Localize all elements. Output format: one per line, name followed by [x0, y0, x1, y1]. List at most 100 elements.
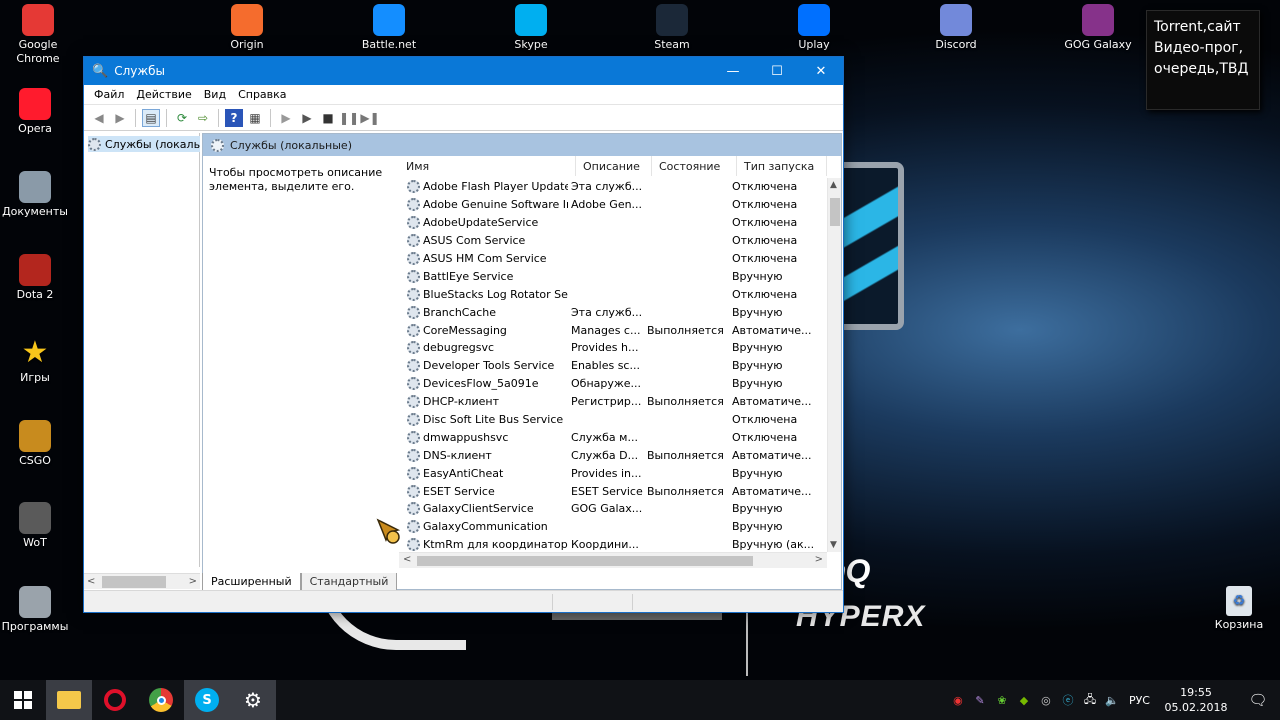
column-header-status[interactable]: Состояние: [652, 156, 737, 176]
table-row[interactable]: BranchCache Эта служб... Вручную: [399, 303, 829, 321]
horizontal-scroll-thumb[interactable]: [417, 556, 753, 566]
table-row[interactable]: Adobe Flash Player Update ...Эта служб..…: [399, 178, 829, 196]
back-arrow-icon[interactable]: ◀: [90, 109, 108, 127]
column-header-startup-type[interactable]: Тип запуска: [737, 156, 827, 176]
table-row[interactable]: GalaxyClientService GOG Galax... Вручную: [399, 500, 829, 518]
action-center-icon[interactable]: 🗨: [1236, 691, 1280, 709]
table-row[interactable]: ASUS HM Com Service Отключена: [399, 250, 829, 268]
toolbar-separator: [218, 108, 219, 127]
tree-scroll-thumb[interactable]: [102, 576, 166, 588]
scroll-right-icon[interactable]: >: [815, 554, 823, 565]
show-hide-console-tree-icon[interactable]: ▤: [142, 108, 160, 127]
column-header-description[interactable]: Описание: [576, 156, 652, 176]
start-button[interactable]: [0, 680, 46, 720]
desktop-icon[interactable]: Opera: [0, 88, 73, 136]
scroll-left-icon[interactable]: <: [403, 554, 411, 565]
start-service-alt-icon[interactable]: ▶: [298, 109, 316, 127]
table-row[interactable]: DNS-клиент Служба D... Выполняется Автомати…: [399, 446, 829, 464]
eset-icon[interactable]: ⓔ: [1057, 692, 1079, 708]
service-name: ASUS Com Service: [399, 234, 568, 248]
horizontal-scrollbar[interactable]: < >: [399, 552, 827, 568]
desktop-icon[interactable]: Discord: [918, 4, 994, 52]
language-indicator[interactable]: РУС: [1123, 694, 1156, 707]
tab-standard[interactable]: Стандартный: [300, 573, 398, 591]
taskbar-chrome[interactable]: [138, 680, 184, 720]
table-row[interactable]: Developer Tools Service Enables sc... Вруч…: [399, 357, 829, 375]
desktop-icon[interactable]: Документы: [0, 171, 73, 219]
taskbar-skype[interactable]: S: [184, 680, 230, 720]
help-icon[interactable]: ?: [225, 108, 243, 127]
menu-action[interactable]: Действие: [130, 88, 197, 101]
scroll-left-icon[interactable]: <: [87, 576, 95, 587]
desktop-icon[interactable]: Dota 2: [0, 254, 73, 302]
record-icon[interactable]: ◉: [947, 694, 969, 707]
desktop-icon[interactable]: GOG Galaxy: [1060, 4, 1136, 52]
desktop-icon[interactable]: Skype: [493, 4, 569, 52]
taskbar-services[interactable]: ⚙: [230, 680, 276, 720]
desktop-icon[interactable]: CSGO: [0, 420, 73, 468]
desktop-icon[interactable]: Программы: [0, 586, 73, 634]
start-service-icon[interactable]: ▶: [277, 109, 295, 127]
steam-tray-icon[interactable]: ◎: [1035, 694, 1057, 707]
scroll-up-icon[interactable]: ▲: [830, 180, 837, 190]
properties-icon[interactable]: ▦: [246, 109, 264, 127]
tab-extended[interactable]: Расширенный: [202, 573, 301, 591]
taskbar-opera[interactable]: [92, 680, 138, 720]
table-row[interactable]: Adobe Genuine Software In... Adobe Gen...…: [399, 196, 829, 214]
pause-service-icon[interactable]: ❚❚: [339, 109, 359, 127]
stop-service-icon[interactable]: ■: [319, 109, 337, 127]
service-name: EasyAntiCheat: [399, 466, 568, 480]
tree-horizontal-scrollbar[interactable]: < >: [84, 573, 200, 589]
refresh-icon[interactable]: ⟳: [173, 109, 191, 127]
vertical-scroll-thumb[interactable]: [830, 198, 840, 226]
desktop-icon[interactable]: Google Chrome: [0, 4, 76, 66]
pen-icon[interactable]: ✎: [969, 694, 991, 707]
clock[interactable]: 19:55 05.02.2018: [1156, 685, 1236, 715]
table-row[interactable]: CoreMessaging Manages c... Выполняется Авто…: [399, 321, 829, 339]
service-gear-icon: [407, 359, 420, 373]
close-button[interactable]: ✕: [799, 57, 843, 85]
table-row[interactable]: DevicesFlow_5a091e Обнаруже... Вручную: [399, 375, 829, 393]
desktop-icon[interactable]: WoT: [0, 502, 73, 550]
maximize-button[interactable]: ☐: [755, 57, 799, 85]
desktop-icon[interactable]: Steam: [634, 4, 710, 52]
table-row[interactable]: ESET Service ESET Service Выполняется Автом…: [399, 482, 829, 500]
table-row[interactable]: dmwappushsvc Служба м... Отключена: [399, 428, 829, 446]
table-row[interactable]: EasyAntiCheat Provides in... Вручную: [399, 464, 829, 482]
desktop-icon[interactable]: Battle.net: [351, 4, 427, 52]
nvidia-icon[interactable]: ◆: [1013, 694, 1035, 707]
taskbar-file-explorer[interactable]: [46, 680, 92, 720]
table-row[interactable]: ASUS Com Service Отключена: [399, 232, 829, 250]
desktop-icon[interactable]: Uplay: [776, 4, 852, 52]
sticky-note[interactable]: Torrent,сайт Видео-прог, очередь,ТВД: [1146, 10, 1260, 110]
recycle-bin[interactable]: ♻ Корзина: [1201, 586, 1277, 632]
desktop-icon-label: Battle.net: [361, 38, 417, 51]
restart-service-icon[interactable]: ▶❚: [360, 109, 379, 127]
network-icon[interactable]: 🖧: [1079, 691, 1101, 710]
minimize-button[interactable]: —: [711, 57, 755, 85]
export-list-icon[interactable]: ⇨: [194, 109, 212, 127]
service-status: Выполняется: [647, 484, 724, 498]
forward-arrow-icon[interactable]: ▶: [111, 109, 129, 127]
desktop-icon[interactable]: Origin: [209, 4, 285, 52]
table-row[interactable]: BlueStacks Log Rotator Serv... Отключена: [399, 285, 829, 303]
leaf-icon[interactable]: ❀: [991, 694, 1013, 707]
table-row[interactable]: DHCP-клиент Регистрир... Выполняется Автома…: [399, 393, 829, 411]
scroll-right-icon[interactable]: >: [189, 576, 197, 587]
column-header-name[interactable]: Имя ^: [399, 156, 576, 176]
menu-help[interactable]: Справка: [232, 88, 292, 101]
tree-item-services-local[interactable]: Службы (локалы: [88, 136, 200, 152]
table-row[interactable]: GalaxyCommunication Вручную: [399, 518, 829, 536]
volume-icon[interactable]: 🔈: [1101, 694, 1123, 707]
table-row[interactable]: BattlEye Service Вручную: [399, 267, 829, 285]
desktop-icon[interactable]: ★ Игры: [0, 337, 73, 385]
table-row[interactable]: AdobeUpdateService Отключена: [399, 214, 829, 232]
vertical-scrollbar[interactable]: ▲ ▼: [827, 178, 841, 552]
scroll-down-icon[interactable]: ▼: [830, 540, 837, 550]
status-divider: [552, 594, 553, 610]
table-row[interactable]: debugregsvc Provides h... Вручную: [399, 339, 829, 357]
table-row[interactable]: Disc Soft Lite Bus Service Отключена: [399, 411, 829, 429]
menu-file[interactable]: Файл: [88, 88, 130, 101]
window-titlebar[interactable]: 🔍 Службы — ☐ ✕: [84, 57, 843, 85]
menu-view[interactable]: Вид: [198, 88, 232, 101]
